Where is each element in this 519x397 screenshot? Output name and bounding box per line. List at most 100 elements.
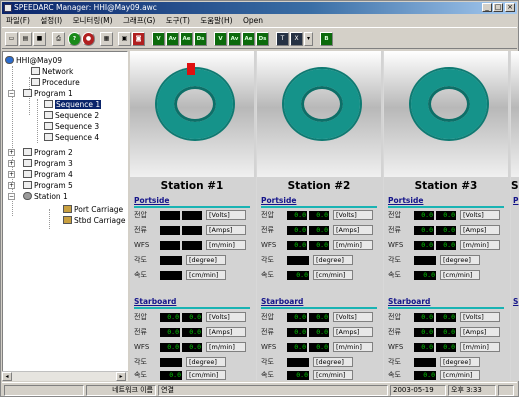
resize-grip[interactable] xyxy=(498,385,514,396)
readout: 0.0 xyxy=(287,241,307,250)
graph-type-dropdown[interactable]: T xyxy=(276,32,289,46)
tree-item-program-2[interactable]: + Program 2 xyxy=(8,147,73,158)
readout: 0.0 xyxy=(436,211,456,220)
readout: 0.0 xyxy=(287,313,307,322)
collapse-icon[interactable]: − xyxy=(8,90,15,97)
monitor-voltage-button-2[interactable]: V xyxy=(214,32,227,46)
scroll-left-icon[interactable]: ◂ xyxy=(2,372,12,381)
chevron-down-icon[interactable]: ▾ xyxy=(304,32,313,46)
station-title: Station #1 xyxy=(160,180,224,192)
readout xyxy=(414,358,436,367)
tree-item-port-carriage[interactable]: Port Carriage xyxy=(63,204,123,215)
readout: 0.0 xyxy=(182,343,202,352)
tree-item-sequence-1[interactable]: Sequence 1 xyxy=(44,99,102,110)
status-network-name: 네트워크 이름 xyxy=(86,385,156,396)
monitor-avg-voltage-button-2[interactable]: Av xyxy=(228,32,241,46)
readout: 0.0 xyxy=(436,313,456,322)
tree-item-procedure[interactable]: Procedure xyxy=(31,77,80,88)
readout: 0.0 xyxy=(414,211,434,220)
tree-item-sequence-3[interactable]: Sequence 3 xyxy=(44,121,99,132)
scroll-right-icon[interactable]: ▸ xyxy=(116,372,126,381)
workspace-icon xyxy=(5,56,14,64)
status-time: 오후 3:33 xyxy=(448,385,496,396)
tree-item-root[interactable]: HHI@May09 xyxy=(5,55,62,66)
b-button[interactable]: B xyxy=(320,32,333,46)
expand-icon[interactable]: + xyxy=(8,182,15,189)
monitor-ds-button-2[interactable]: Ds xyxy=(256,32,269,46)
open-icon[interactable]: ▤ xyxy=(19,32,32,46)
collapse-icon[interactable]: − xyxy=(8,193,15,200)
weld-ring-graphic xyxy=(411,69,487,139)
procedure-icon xyxy=(31,78,40,86)
readout: 0.0 xyxy=(436,328,456,337)
help-icon[interactable]: ? xyxy=(68,32,81,46)
starboard-heading: S xyxy=(513,297,519,306)
program-icon xyxy=(23,181,32,189)
expand-icon[interactable]: + xyxy=(8,171,15,178)
print-icon[interactable]: ⎙ xyxy=(52,32,65,46)
monitor-ae-button[interactable]: Ae xyxy=(180,32,193,46)
menu-settings[interactable]: 설정(I) xyxy=(36,15,66,26)
tree-item-program-1[interactable]: − Program 1 xyxy=(8,88,73,99)
weld-ring-graphic xyxy=(284,69,360,139)
tree-horizontal-scrollbar[interactable]: ◂ ▸ xyxy=(2,371,128,381)
readout: 0.0 xyxy=(182,313,202,322)
save-icon[interactable]: ■ xyxy=(33,32,46,46)
starboard-heading: Starboard xyxy=(134,297,177,306)
menu-file[interactable]: 파일(F) xyxy=(2,15,34,26)
tree-item-sequence-2[interactable]: Sequence 2 xyxy=(44,110,99,121)
tree-item-network[interactable]: Network xyxy=(31,66,73,77)
expand-icon[interactable]: + xyxy=(8,160,15,167)
menu-help[interactable]: 도움말(H) xyxy=(196,15,236,26)
station-3-visual xyxy=(384,51,508,177)
tree-item-sequence-4[interactable]: Sequence 4 xyxy=(44,132,99,143)
menu-monitoring[interactable]: 모니터링(M) xyxy=(69,15,117,26)
image-icon[interactable]: ▣ xyxy=(118,32,131,46)
readout: 0.0 xyxy=(287,271,309,280)
carriage-icon xyxy=(63,205,72,213)
readout: 0.0 xyxy=(309,241,329,250)
program-icon xyxy=(23,89,32,97)
record-icon[interactable]: ◙ xyxy=(132,32,145,46)
app-window: SPEEDARC Manager: HHI@May09.awc _ □ × 파일… xyxy=(0,0,519,397)
menu-open[interactable]: Open xyxy=(239,15,267,26)
readout: 0.0 xyxy=(414,371,436,380)
readout: 0.0 xyxy=(436,241,456,250)
expand-icon[interactable]: + xyxy=(8,149,15,156)
readout xyxy=(182,241,202,250)
x-axis-button[interactable]: X xyxy=(290,32,303,46)
minimize-button[interactable]: _ xyxy=(482,3,492,12)
station-2-visual xyxy=(257,51,381,177)
readout xyxy=(160,271,182,280)
network-node-icon xyxy=(31,67,40,75)
monitor-ae-button-2[interactable]: Ae xyxy=(242,32,255,46)
close-button[interactable]: × xyxy=(505,3,515,12)
readout: 0.0 xyxy=(309,313,329,322)
new-icon[interactable]: ▭ xyxy=(5,32,18,46)
station-title: S xyxy=(511,180,519,192)
starboard-heading: Starboard xyxy=(388,297,431,306)
readout: 0.0 xyxy=(160,343,180,352)
readout: 0.0 xyxy=(414,271,436,280)
weld-ring-graphic xyxy=(157,69,233,139)
readout: 0.0 xyxy=(436,226,456,235)
network-icon[interactable]: ▦ xyxy=(100,32,113,46)
readout: 0.0 xyxy=(287,343,307,352)
menu-tools[interactable]: 도구(T) xyxy=(162,15,194,26)
readout: 0.0 xyxy=(309,211,329,220)
project-tree[interactable]: HHI@May09 Network Procedure − Program 1 S… xyxy=(2,51,128,381)
maximize-button[interactable]: □ xyxy=(493,3,503,12)
tree-item-program-4[interactable]: + Program 4 xyxy=(8,169,73,180)
readout: 0.0 xyxy=(309,343,329,352)
tree-item-station-1[interactable]: − Station 1 xyxy=(8,191,68,202)
monitor-ds-button[interactable]: Ds xyxy=(194,32,207,46)
station-icon xyxy=(23,192,32,200)
monitor-voltage-button[interactable]: V xyxy=(152,32,165,46)
monitor-avg-voltage-button[interactable]: Av xyxy=(166,32,179,46)
stop-icon[interactable]: ● xyxy=(82,32,95,46)
tree-item-program-5[interactable]: + Program 5 xyxy=(8,180,73,191)
tree-item-program-3[interactable]: + Program 3 xyxy=(8,158,73,169)
menu-graph[interactable]: 그래프(G) xyxy=(119,15,159,26)
torch-marker xyxy=(187,63,195,75)
tree-item-stbd-carriage[interactable]: Stbd Carriage xyxy=(63,215,126,226)
